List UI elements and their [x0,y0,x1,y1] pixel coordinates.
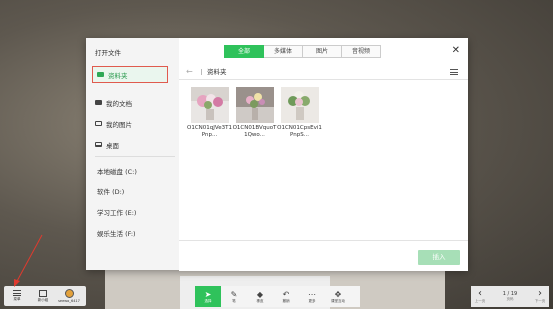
new-group-label: 新小组 [37,297,49,302]
file-thumbnail [235,87,274,123]
current-path: 资料夹 [207,68,227,76]
dialog-main: 全部 多媒体 图片 音视频 ✕ ← 资料夹 O1CN01qJVe3T1Pnp..… [179,38,468,271]
interact-label: 课堂互动 [331,298,345,303]
file-item[interactable]: O1CN01CpsEvi1PnpS... [277,87,322,139]
pen-tool-label: 笔 [232,298,236,303]
sidebar-item-materials[interactable]: 资料夹 [92,66,168,83]
picture-icon [95,121,102,126]
drive-c[interactable]: 本地磁盘 (C:) [97,166,137,176]
page-indicator[interactable]: 1 / 19 页码 [503,291,517,302]
pen-icon: ✎ [230,289,238,299]
tab-images[interactable]: 图片 [303,45,342,58]
eraser-icon: ◆ [256,289,264,299]
account-button[interactable]: seewo_6417 [56,286,82,306]
pen-tool-button[interactable]: ✎ 笔 [221,286,247,307]
prev-page-label: 上一页 [474,299,486,303]
new-group-button[interactable]: 新小组 [30,286,56,306]
desktop-icon [95,142,102,147]
dialog-footer: 插入 [179,240,468,271]
file-name: O1CN01CpsEvi1PnpS... [277,125,322,138]
drive-e[interactable]: 学习工作 (E:) [97,207,136,217]
menu-icon [13,290,21,296]
file-grid: O1CN01qJVe3T1Pnp... O1CN01BVquoT1Qwo... [187,87,322,139]
tab-multimedia[interactable]: 多媒体 [264,45,303,58]
interact-button[interactable]: ✥ 课堂互动 [325,286,351,307]
menu-button[interactable]: 菜单 [4,286,30,306]
eraser-tool-label: 橡皮 [256,298,264,303]
prev-page-button[interactable]: ‹ 上一页 [471,289,489,304]
board-icon [39,289,47,297]
insert-button[interactable]: 插入 [418,250,460,265]
filter-tabs: 全部 多媒体 图片 音视频 [224,45,381,58]
undo-label: 撤销 [282,298,290,303]
file-thumbnail [190,87,229,123]
bottom-left-toolbar: 菜单 新小组 seewo_6417 [4,286,86,306]
dialog-title: 打开文件 [95,49,121,57]
sidebar-item-label: 资料夹 [108,71,128,80]
more-button[interactable]: ⋯ 更多 [299,286,325,307]
sidebar-item-label: 桌面 [106,141,119,150]
select-tool-button[interactable]: ➤ 选择 [195,286,221,307]
folder-icon [95,100,102,105]
select-tool-label: 选择 [204,298,212,303]
tab-audio-video[interactable]: 音视频 [342,45,381,58]
tab-all[interactable]: 全部 [224,45,264,58]
account-label: seewo_6417 [58,299,80,303]
interact-icon: ✥ [334,289,342,299]
undo-icon: ↶ [282,289,290,299]
sidebar-item-label: 我的图片 [106,120,132,129]
sidebar-divider [95,156,175,157]
path-bar: ← 资料夹 [179,65,468,80]
undo-button[interactable]: ↶ 撤销 [273,286,299,307]
sidebar-item-documents[interactable]: 我的文档 [95,96,175,109]
more-label: 更多 [308,298,316,303]
sidebar-item-label: 我的文档 [106,99,132,108]
drive-f[interactable]: 娱乐生活 (F:) [97,228,136,238]
menu-label: 菜单 [13,297,21,301]
bottom-center-toolbar: ➤ 选择 ✎ 笔 ◆ 橡皮 ↶ 撤销 ⋯ 更多 ✥ 课堂互动 [195,286,360,307]
sidebar-item-pictures[interactable]: 我的图片 [95,117,175,130]
chevron-right-icon: › [537,288,542,299]
open-file-dialog: 打开文件 资料夹 我的文档 我的图片 桌面 本地磁盘 (C:) 软件 (D:) … [86,38,468,271]
folder-icon [97,72,104,77]
file-name: O1CN01qJVe3T1Pnp... [187,125,232,138]
file-thumbnail [280,87,319,123]
file-item[interactable]: O1CN01BVquoT1Qwo... [232,87,277,139]
cursor-icon: ➤ [204,289,212,299]
page-navigator: ‹ 上一页 1 / 19 页码 › 下一页 [471,286,549,307]
dialog-sidebar: 打开文件 资料夹 我的文档 我的图片 桌面 本地磁盘 (C:) 软件 (D:) … [86,38,179,270]
eraser-tool-button[interactable]: ◆ 橡皮 [247,286,273,307]
avatar-icon [64,289,74,298]
file-item[interactable]: O1CN01qJVe3T1Pnp... [187,87,232,139]
more-icon: ⋯ [308,289,316,299]
path-separator [201,69,202,75]
sidebar-item-desktop[interactable]: 桌面 [95,138,175,151]
page-label: 页码 [506,297,514,301]
list-view-icon[interactable] [450,69,458,75]
next-page-button[interactable]: › 下一页 [531,289,549,304]
chevron-left-icon: ‹ [478,288,482,299]
file-name: O1CN01BVquoT1Qwo... [232,125,277,138]
close-icon[interactable]: ✕ [452,45,460,56]
next-page-label: 下一页 [534,299,546,303]
back-arrow-icon[interactable]: ← [186,65,193,79]
drive-d[interactable]: 软件 (D:) [97,186,124,196]
